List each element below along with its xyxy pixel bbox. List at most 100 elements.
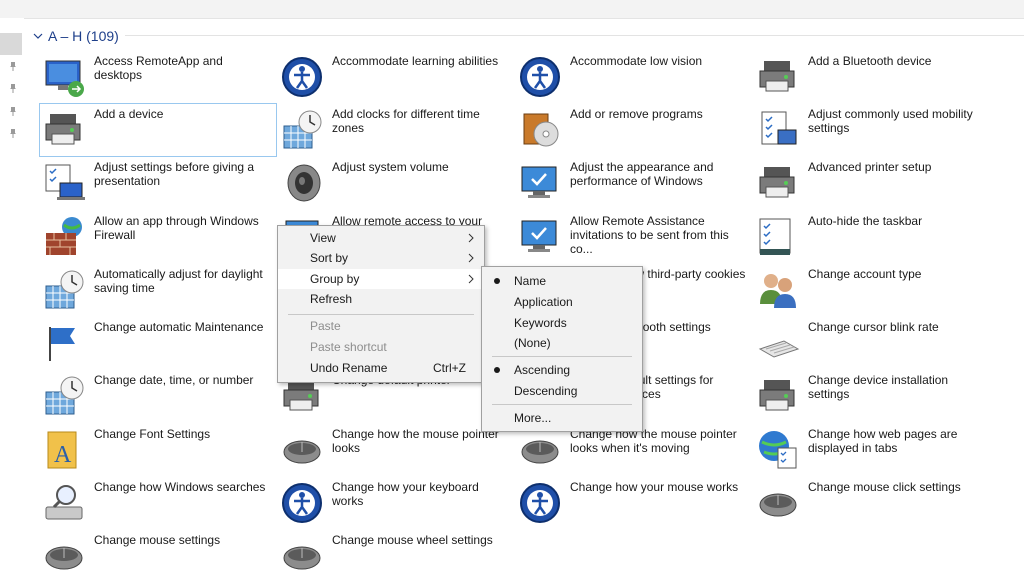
chevron-down-icon — [33, 33, 43, 39]
item-label: Change cursor blink rate — [808, 320, 939, 334]
pin-icon[interactable] — [8, 106, 18, 116]
control-panel-item[interactable]: Change mouse settings — [40, 530, 276, 582]
chevron-right-icon — [468, 233, 474, 243]
item-label: Allow an app through Windows Firewall — [94, 214, 259, 242]
speaker-icon — [280, 161, 324, 205]
item-label: Change mouse settings — [94, 533, 221, 547]
control-panel-item[interactable]: Advanced printer setup — [754, 157, 990, 209]
control-panel-item[interactable]: Change how Windows searches — [40, 477, 276, 529]
submenu-item-name[interactable]: Name — [482, 271, 642, 291]
font-folder-icon: A — [42, 428, 86, 472]
menu-label: View — [310, 231, 336, 245]
selected-nav-item[interactable] — [0, 33, 22, 55]
control-panel-item[interactable]: Change mouse click settings — [754, 477, 990, 529]
control-panel-item[interactable]: Change cursor blink rate — [754, 317, 990, 369]
item-label: Change automatic Maintenance — [94, 320, 264, 334]
control-panel-item[interactable]: Allow an app through Windows Firewall — [40, 211, 276, 263]
group-by-submenu: Name Application Keywords (None) Ascendi… — [481, 266, 643, 432]
submenu-item-application[interactable]: Application — [482, 292, 642, 312]
menu-item-paste-shortcut: Paste shortcut — [278, 337, 484, 357]
menu-label: Paste shortcut — [310, 340, 387, 354]
item-label: Adjust system volume — [332, 160, 449, 174]
remote-desktop-icon — [42, 55, 86, 99]
submenu-item-ascending[interactable]: Ascending — [482, 360, 642, 380]
menu-item-sort-by[interactable]: Sort by — [278, 248, 484, 268]
control-panel-item[interactable]: Change date, time, or number — [40, 370, 276, 422]
menu-label: Sort by — [310, 251, 349, 265]
item-label: Add or remove programs — [570, 107, 703, 121]
menu-item-undo-rename[interactable]: Undo Rename Ctrl+Z — [278, 358, 484, 378]
control-panel-item[interactable]: Change automatic Maintenance — [40, 317, 276, 369]
menu-item-group-by[interactable]: Group by — [278, 269, 484, 289]
control-panel-item[interactable]: Change account type — [754, 264, 990, 316]
submenu-item-more[interactable]: More... — [482, 408, 642, 428]
item-label: Change mouse wheel settings — [332, 533, 493, 547]
pin-icon[interactable] — [8, 61, 18, 71]
menu-label: Descending — [514, 384, 578, 398]
monitor-check-icon — [518, 161, 562, 205]
menu-item-view[interactable]: View — [278, 228, 484, 248]
group-header[interactable]: A – H (109) — [32, 27, 119, 45]
control-panel-item[interactable]: Accommodate low vision — [516, 51, 752, 103]
control-panel-item[interactable]: Auto-hide the taskbar — [754, 211, 990, 263]
control-panel-item[interactable]: A Change Font Settings — [40, 424, 276, 476]
submenu-item-none[interactable]: (None) — [482, 333, 642, 353]
monitor-check-icon — [518, 215, 562, 259]
ease-of-access-icon — [518, 481, 562, 525]
item-label: Adjust settings before giving a presenta… — [94, 160, 255, 188]
item-label: Change Font Settings — [94, 427, 211, 441]
menu-item-refresh[interactable]: Refresh — [278, 289, 484, 309]
control-panel-item[interactable]: Add a Bluetooth device — [754, 51, 990, 103]
ease-of-access-icon — [280, 481, 324, 525]
control-panel-item[interactable]: Change how the mouse pointer looks — [278, 424, 514, 476]
pin-icon[interactable] — [8, 83, 18, 93]
context-menu: View Sort by Group by Refresh Paste Past… — [277, 225, 485, 383]
submenu-item-descending[interactable]: Descending — [482, 381, 642, 401]
control-panel-item[interactable]: Adjust settings before giving a presenta… — [40, 157, 276, 209]
menu-label: Ascending — [514, 363, 571, 377]
menu-item-paste: Paste — [278, 316, 484, 336]
control-panel-item[interactable]: Add a device — [39, 103, 277, 157]
item-label: Adjust the appearance and performance of… — [570, 160, 714, 188]
group-label: A – H (109) — [48, 28, 119, 44]
item-label: Adjust commonly used mobility settings — [808, 107, 973, 135]
control-panel-item[interactable]: Add clocks for different time zones — [278, 104, 514, 156]
printer-device-icon — [756, 161, 800, 205]
item-label: Change how your keyboard works — [332, 480, 479, 508]
item-label: Change mouse click settings — [808, 480, 961, 494]
control-panel-item[interactable]: Adjust system volume — [278, 157, 514, 209]
ease-of-access-icon — [280, 55, 324, 99]
control-panel-item[interactable]: Access RemoteApp and desktops — [40, 51, 276, 103]
svg-text:A: A — [54, 442, 72, 468]
control-panel-item[interactable]: Adjust the appearance and performance of… — [516, 157, 752, 209]
control-panel-item[interactable]: Automatically adjust for daylight saving… — [40, 264, 276, 316]
item-label: Accommodate low vision — [570, 54, 703, 68]
control-panel-item[interactable]: Change how your mouse works — [516, 477, 752, 529]
radio-bullet-icon — [494, 367, 500, 373]
control-panel-item[interactable]: Add or remove programs — [516, 104, 752, 156]
control-panel-item[interactable]: Change how your keyboard works — [278, 477, 514, 529]
control-panel-item[interactable]: Adjust commonly used mobility settings — [754, 104, 990, 156]
address-bar-strip — [0, 0, 1024, 19]
users-icon — [756, 268, 800, 312]
pin-icon[interactable] — [8, 128, 18, 138]
menu-label: Application — [514, 295, 573, 309]
search-drive-icon — [42, 481, 86, 525]
clock-calendar-icon — [280, 108, 324, 152]
submenu-item-keywords[interactable]: Keywords — [482, 313, 642, 333]
presentation-laptop-icon — [42, 161, 86, 205]
control-panel-item[interactable]: Change device installation settings — [754, 370, 990, 422]
chevron-right-icon — [468, 253, 474, 263]
printer-device-icon — [756, 374, 800, 418]
menu-label: Paste — [310, 319, 341, 333]
control-panel-item[interactable]: Change how web pages are displayed in ta… — [754, 424, 990, 476]
control-panel-item[interactable]: Change mouse wheel settings — [278, 530, 514, 582]
control-panel-item[interactable]: Accommodate learning abilities — [278, 51, 514, 103]
shortcut-label: Ctrl+Z — [433, 361, 466, 375]
globe-checklist-icon — [756, 428, 800, 472]
clock-calendar-icon — [42, 374, 86, 418]
item-label: Advanced printer setup — [808, 160, 932, 174]
control-panel-item[interactable]: Allow Remote Assistance invitations to b… — [516, 211, 752, 263]
radio-bullet-icon — [494, 278, 500, 284]
group-divider — [125, 35, 1024, 36]
